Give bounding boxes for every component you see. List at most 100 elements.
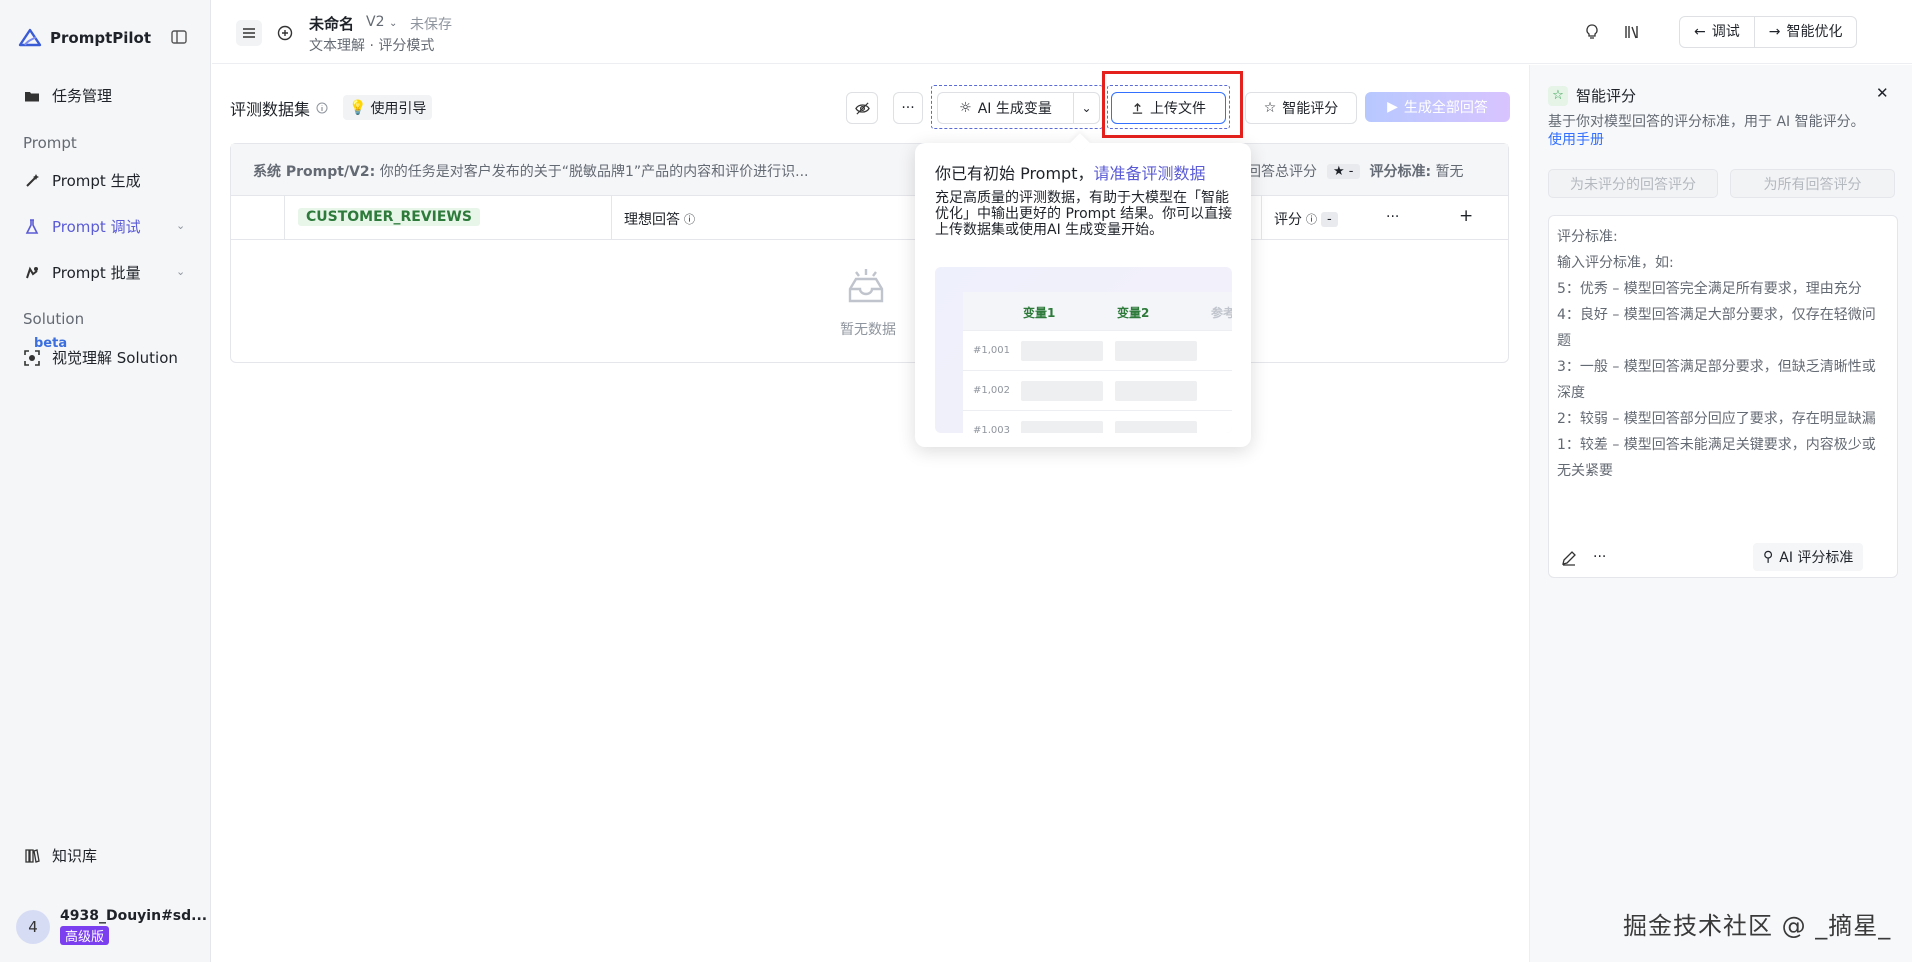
popover-description: 充足高质量的评测数据，有助于大模型在「智能优化」中输出更好的 Prompt 结果… — [935, 190, 1233, 238]
preview-cell — [1115, 421, 1197, 433]
hamburger-icon — [243, 28, 255, 38]
sidebar-item-prompt-generate[interactable]: Prompt 生成 — [24, 170, 141, 191]
panel-title-text: 智能评分 — [1576, 87, 1637, 105]
generate-all-answers-button[interactable]: ▶ 生成全部回答 — [1365, 92, 1510, 122]
preview-cell — [1021, 341, 1103, 361]
star-outline-icon: ☆ — [1263, 100, 1277, 116]
scan-icon — [24, 349, 40, 366]
version-select[interactable]: V2 ⌄ — [366, 14, 397, 30]
more-icon[interactable]: ··· — [1593, 549, 1606, 565]
total-score-label: 回答总评分 — [1247, 164, 1317, 180]
optimize-label: 智能优化 — [1786, 24, 1843, 40]
manual-link[interactable]: 使用手册 — [1548, 132, 1604, 148]
guide-button[interactable]: 💡 使用引导 — [343, 95, 433, 120]
user-name: 4938_Douyin#sd... — [60, 908, 208, 924]
star-icon: ★ — [1333, 163, 1345, 179]
system-prompt-label: 系统 Prompt/V2: — [253, 164, 376, 180]
section-title: 评测数据集 — [230, 96, 328, 120]
star-score-value: - — [1348, 163, 1354, 179]
criteria-editor[interactable]: 评分标准: 输入评分标准，如: 5：优秀 – 模型回答完全满足所有要求，理由充分… — [1548, 215, 1898, 578]
preview-table: 变量1 变量2 参考 #1,001 #1,002 #1,003 — [963, 292, 1232, 433]
sidebar-item-vision-solution[interactable]: 视觉理解 Solution — [24, 347, 178, 368]
criteria-value: 暂无 — [1435, 164, 1464, 180]
lightbulb-icon: ⚲ — [1763, 549, 1774, 565]
empty-state-text: 暂无数据 — [840, 322, 896, 338]
prepare-data-link[interactable]: 请准备评测数据 — [1094, 164, 1206, 183]
variable-column-tag[interactable]: CUSTOMER_REVIEWS — [298, 208, 480, 226]
panel-title: ☆ 智能评分 — [1548, 85, 1636, 106]
close-icon[interactable]: ✕ — [1876, 84, 1889, 102]
criteria-line: 2：较弱 – 模型回答部分回应了要求，存在明显缺漏 — [1557, 411, 1876, 427]
menu-button[interactable] — [236, 20, 262, 46]
sidebar-toggle-icon[interactable] — [170, 28, 188, 46]
score-unscored-button[interactable]: 为未评分的回答评分 — [1548, 169, 1718, 198]
criteria-line: 评分标准: — [1557, 229, 1618, 245]
system-prompt-text[interactable]: 系统 Prompt/V2: 你的任务是对客户发布的关于“脱敏品牌1”产品的内容和… — [253, 161, 808, 181]
preview-row-id: #1,003 — [973, 425, 1011, 433]
dataset-preview-image: 变量1 变量2 参考 #1,001 #1,002 #1,003 — [935, 267, 1232, 433]
panel-description-text: 基于你对模型回答的评分标准，用于 AI 智能评分。 — [1548, 114, 1865, 130]
criteria-line: 输入评分标准，如: — [1557, 255, 1674, 271]
document-title[interactable]: 未命名 — [309, 13, 354, 34]
ai-generate-variables-button[interactable]: ☼ AI 生成变量 — [937, 92, 1073, 124]
avatar: 4 — [16, 909, 50, 944]
sidebar-item-prompt-batch[interactable]: Prompt 批量 — [24, 262, 141, 283]
ideal-answer-label: 理想回答 — [624, 212, 680, 228]
preview-cell — [1115, 381, 1197, 401]
debug-label: 调试 — [1711, 24, 1740, 40]
lightbulb-icon[interactable] — [1582, 22, 1602, 42]
debug-button[interactable]: ← 调试 — [1680, 17, 1754, 47]
chevron-down-icon[interactable]: ⌄ — [176, 265, 185, 278]
sidebar-item-knowledge-base[interactable]: 知识库 — [24, 845, 97, 866]
section-title-text: 评测数据集 — [230, 100, 311, 119]
sidebar-item-task-management[interactable]: 任务管理 — [24, 85, 112, 106]
criteria-line: 3：一般 – 模型回答满足部分要求，但缺乏清晰性或深度 — [1557, 359, 1876, 401]
help-icon[interactable]: ⓘ — [1306, 211, 1317, 227]
preview-header-cell: 变量2 — [1117, 306, 1150, 320]
section-solution: Solution — [23, 310, 85, 328]
user-profile[interactable]: 4 4938_Douyin#sd... 高级版 — [16, 908, 207, 945]
tier-badge: 高级版 — [60, 926, 110, 945]
library-icon[interactable] — [1622, 22, 1642, 42]
smart-score-button[interactable]: ☆ 智能评分 — [1245, 92, 1357, 124]
criteria-line: 4：良好 – 模型回答满足大部分要求，仅存在轻微问题 — [1557, 307, 1876, 349]
annotation-red-box — [1102, 71, 1243, 138]
arrow-left-icon: ← — [1694, 24, 1706, 40]
ideal-answer-header: 理想回答 ⓘ — [624, 209, 695, 229]
add-column-button[interactable]: + — [1459, 206, 1473, 226]
system-prompt-content: 你的任务是对客户发布的关于“脱敏品牌1”产品的内容和评价进行识... — [379, 164, 809, 180]
criteria-textarea[interactable]: 评分标准: 输入评分标准，如: 5：优秀 – 模型回答完全满足所有要求，理由充分… — [1557, 224, 1887, 484]
column-more-button[interactable]: ··· — [1386, 209, 1399, 225]
book-icon — [24, 848, 40, 864]
popover-title-text: 你已有初始 Prompt， — [935, 164, 1094, 183]
add-button[interactable] — [274, 22, 296, 44]
logo[interactable]: PromptPilot — [18, 26, 151, 50]
help-icon[interactable]: ⓘ — [684, 211, 695, 227]
ai-criteria-button[interactable]: ⚲ AI 评分标准 — [1753, 543, 1864, 571]
optimize-button[interactable]: → 智能优化 — [1753, 17, 1857, 47]
chevron-down-icon[interactable]: ⌄ — [176, 219, 185, 232]
hide-toggle-button[interactable] — [846, 92, 878, 124]
top-bar: 未命名 V2 ⌄ 未保存 文本理解 · 评分模式 ← 调试 → 智能优化 — [212, 0, 1912, 64]
sidebar-item-label: Prompt 生成 — [52, 172, 141, 190]
smart-score-label: 智能评分 — [1282, 101, 1339, 117]
score-all-button[interactable]: 为所有回答评分 — [1730, 169, 1895, 198]
sidebar-item-prompt-debug[interactable]: Prompt 调试 — [24, 216, 141, 237]
play-icon: ▶ — [1387, 99, 1398, 115]
popover-title: 你已有初始 Prompt，请准备评测数据 — [935, 160, 1206, 184]
edit-icon[interactable] — [1561, 550, 1577, 566]
version-label: V2 — [366, 14, 385, 30]
criteria-label: 评分标准: 暂无 — [1370, 161, 1464, 181]
column-divider — [611, 196, 612, 240]
ai-generate-dropdown[interactable]: ⌄ — [1073, 92, 1100, 124]
more-icon: ··· — [901, 100, 915, 116]
criteria-line: 5：优秀 – 模型回答完全满足所有要求，理由充分 — [1557, 281, 1862, 297]
preview-cell — [1021, 421, 1103, 433]
guide-label: 使用引导 — [370, 100, 427, 117]
info-icon[interactable] — [316, 102, 328, 114]
preview-header-cell: 变量1 — [1023, 306, 1056, 320]
eval-dataset-table: 系统 Prompt/V2: 你的任务是对客户发布的关于“脱敏品牌1”产品的内容和… — [230, 143, 1509, 363]
more-button[interactable]: ··· — [893, 92, 923, 124]
smart-score-panel: ☆ 智能评分 ✕ 基于你对模型回答的评分标准，用于 AI 智能评分。 使用手册 … — [1529, 65, 1912, 962]
guide-popover: 你已有初始 Prompt，请准备评测数据 充足高质量的评测数据，有助于大模型在「… — [915, 143, 1251, 447]
